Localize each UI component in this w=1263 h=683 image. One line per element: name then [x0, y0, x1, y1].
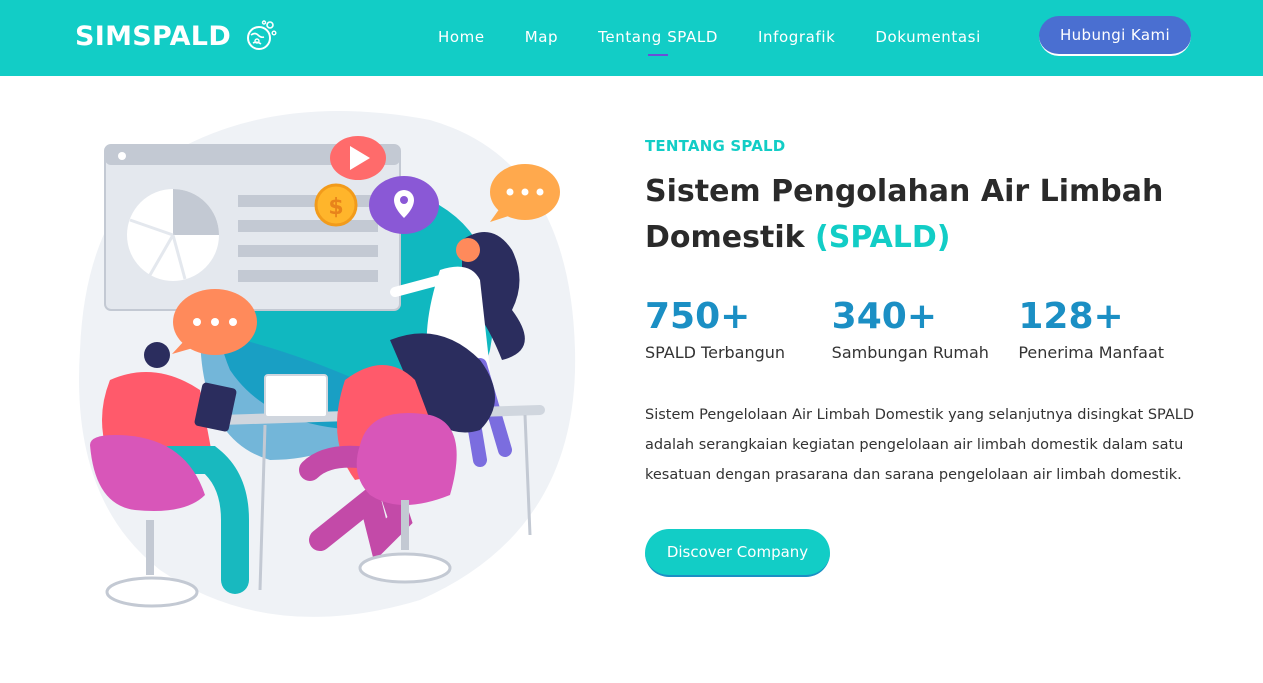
stat-sambungan-rumah: 340+ Sambungan Rumah [831, 296, 1019, 363]
stat-label: SPALD Terbangun [645, 343, 786, 362]
stat-spald-terbangun: 750+ SPALD Terbangun [645, 296, 832, 363]
description: Sistem Pengelolaan Air Limbah Domestik y… [645, 407, 1195, 483]
dollar-sign: $ [328, 195, 343, 220]
globe-bubbles-icon [247, 20, 277, 50]
nav-infografik[interactable]: Infografik [758, 0, 835, 76]
contact-button[interactable]: Hubungi Kami [1039, 16, 1191, 56]
title-accent: (SPALD) [815, 220, 951, 255]
stats-row: 750+ SPALD Terbangun 340+ Sambungan Ruma… [645, 296, 1205, 363]
stat-value: 750+ [645, 296, 751, 337]
stat-label: Sambungan Rumah [831, 343, 989, 362]
stat-value: 340+ [831, 296, 937, 337]
discover-company-button[interactable]: Discover Company [645, 529, 830, 577]
brand-name: SIMSPALD [75, 20, 232, 52]
page-title: Sistem Pengolahan Air Limbah Domestik (S… [645, 169, 1165, 261]
stat-label: Penerima Manfaat [1018, 343, 1165, 362]
team-meeting-illustration: $ [79, 111, 576, 617]
about-section: TENTANG SPALD Sistem Pengolahan Air Limb… [645, 137, 1205, 577]
nav-home[interactable]: Home [438, 0, 485, 76]
navbar: SIMSPALD Home Map Tentang SPALD Infograf… [0, 0, 1263, 76]
nav-tentang-spald[interactable]: Tentang SPALD [598, 0, 718, 76]
nav-dokumentasi[interactable]: Dokumentasi [875, 0, 980, 76]
brand-logo[interactable]: SIMSPALD [75, 16, 277, 56]
main-nav: Home Map Tentang SPALD Infografik Dokume… [418, 0, 981, 76]
stat-penerima-manfaat: 128+ Penerima Manfaat [1018, 296, 1205, 363]
section-eyebrow: TENTANG SPALD [645, 137, 786, 155]
stat-value: 128+ [1018, 296, 1124, 337]
nav-map[interactable]: Map [525, 0, 558, 76]
